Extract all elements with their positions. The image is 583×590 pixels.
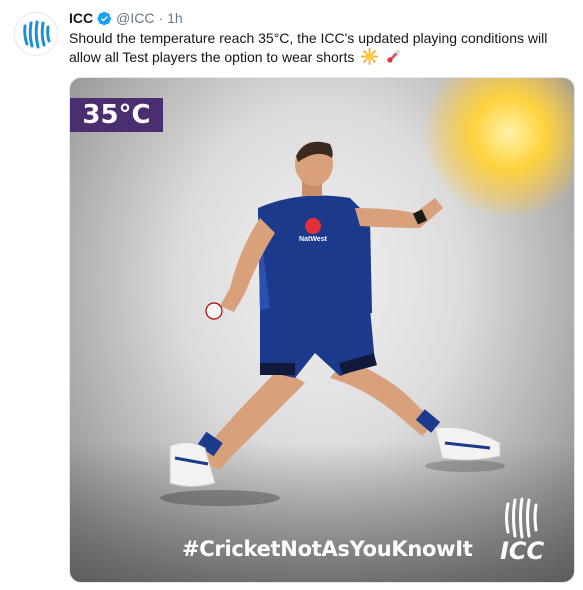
shirt-sponsor-text: NatWest <box>299 236 328 243</box>
sun-emoji-icon <box>361 48 379 70</box>
author-name[interactable]: ICC <box>69 9 93 27</box>
tweet-header: ICC @ICC · 1h <box>69 9 183 27</box>
tweet-media-image[interactable]: 35°C NatWest ICC #CricketNotAsYouKnowIt <box>69 77 575 583</box>
author-handle[interactable]: @ICC <box>116 9 154 27</box>
hashtag-text: #CricketNotAsYouKnowIt <box>182 537 473 561</box>
icc-logo-text: ICC <box>500 537 545 565</box>
separator-dot: · <box>158 10 164 26</box>
tweet-card[interactable]: ICC @ICC · 1h Should the temperature rea… <box>0 0 583 590</box>
tweet-text: Should the temperature reach 35°C, the I… <box>69 29 569 70</box>
icc-avatar-icon <box>19 17 53 51</box>
verified-badge-icon <box>97 11 112 25</box>
tweet-body: Should the temperature reach 35°C, the I… <box>69 30 548 65</box>
thermometer-emoji-icon <box>385 48 402 70</box>
avatar[interactable] <box>14 12 58 56</box>
tweet-timestamp[interactable]: 1h <box>167 9 183 27</box>
